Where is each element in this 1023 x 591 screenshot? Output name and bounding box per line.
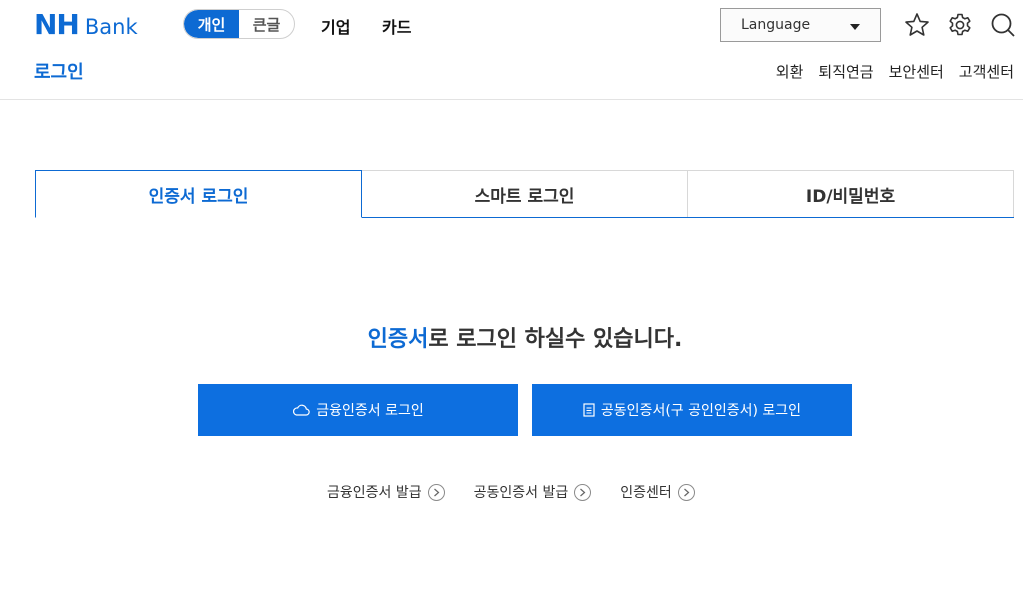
quicklink-retirement-pension[interactable]: 퇴직연금 [818, 61, 873, 82]
login-message: 인증서로 로그인 하실수 있습니다. [0, 321, 1023, 353]
financial-certificate-login-button[interactable]: 금융인증서 로그인 [198, 384, 518, 436]
certificate-links: 금융인증서 발급 공동인증서 발급 인증센터 [327, 482, 695, 502]
link-issue-financial-certificate[interactable]: 금융인증서 발급 [327, 482, 445, 502]
gear-icon[interactable] [947, 12, 973, 38]
nh-bank-logo[interactable]: NH Bank [34, 10, 138, 40]
page-title: 로그인 [34, 62, 84, 83]
quicklink-security-center[interactable]: 보안센터 [889, 61, 944, 82]
message-accent: 인증서 [367, 327, 429, 352]
language-select[interactable]: Language [720, 8, 881, 42]
login-tabs: 인증서 로그인 스마트 로그인 ID/비밀번호 [35, 170, 1014, 218]
link-label: 공동인증서 발급 [473, 485, 569, 501]
nav-business[interactable]: 기업 [321, 14, 350, 38]
caret-down-icon [850, 24, 860, 30]
link-label: 인증센터 [620, 485, 672, 501]
tab-certificate-login[interactable]: 인증서 로그인 [35, 170, 362, 218]
cloud-icon [293, 404, 310, 416]
tab-id-password[interactable]: ID/비밀번호 [688, 170, 1014, 217]
tab-smart-login[interactable]: 스마트 로그인 [362, 170, 688, 217]
chevron-right-circle-icon [677, 483, 695, 501]
chevron-right-circle-icon [574, 483, 592, 501]
chevron-right-circle-icon [427, 483, 445, 501]
search-icon[interactable] [990, 12, 1016, 38]
message-rest: 로 로그인 하실수 있습니다. [428, 327, 683, 352]
language-select-value: Language [741, 17, 811, 33]
logo-bank-text: Bank [84, 15, 138, 39]
star-icon[interactable] [904, 12, 930, 38]
joint-certificate-login-button[interactable]: 공동인증서(구 공인인증서) 로그인 [532, 384, 852, 436]
link-issue-joint-certificate[interactable]: 공동인증서 발급 [474, 482, 592, 502]
link-label: 금융인증서 발급 [327, 485, 422, 501]
quicklink-customer-center[interactable]: 고객센터 [959, 61, 1014, 82]
quick-links: 외환 퇴직연금 보안센터 고객센터 [776, 61, 1014, 82]
header: NH Bank 개인 큰글 기업 카드 Language 로그인 외환 퇴직연금… [0, 0, 1023, 100]
financial-certificate-login-label: 금융인증서 로그인 [316, 403, 424, 419]
nav-card[interactable]: 카드 [382, 14, 411, 38]
joint-certificate-login-label: 공동인증서(구 공인인증서) 로그인 [600, 403, 802, 419]
document-icon [583, 403, 595, 417]
personal-mode-button[interactable]: 개인 [184, 10, 239, 38]
logo-nh-text: NH [34, 8, 80, 41]
large-text-mode-button[interactable]: 큰글 [239, 10, 294, 38]
quicklink-foreign-exchange[interactable]: 외환 [776, 61, 804, 82]
link-certificate-center[interactable]: 인증센터 [620, 482, 695, 502]
view-mode-toggle: 개인 큰글 [183, 9, 295, 39]
